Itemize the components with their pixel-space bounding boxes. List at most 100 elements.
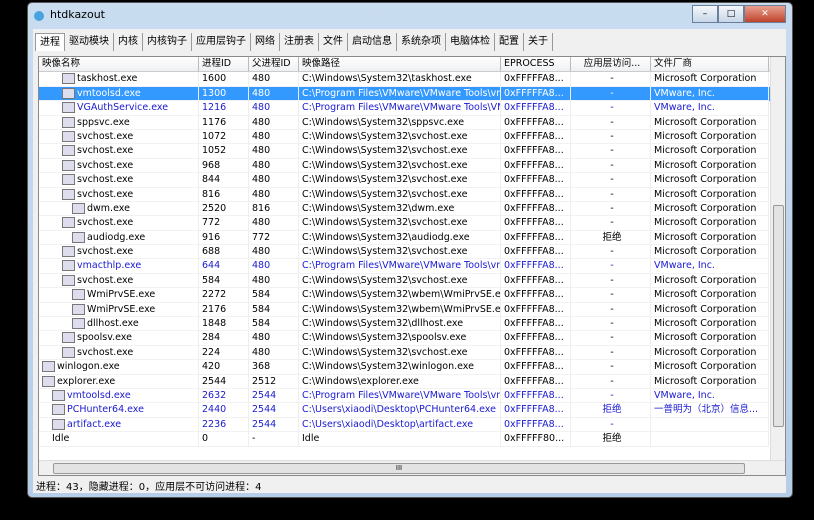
cell-access: - (571, 72, 651, 87)
table-row[interactable]: VGAuthService.exe 1216 480 C:\Program Files… (39, 101, 785, 116)
vertical-scroll-thumb[interactable] (773, 205, 784, 427)
vertical-scrollbar[interactable] (770, 57, 785, 460)
process-name: explorer.exe (57, 375, 116, 387)
table-row[interactable]: WmiPrvSE.exe 2272 584 C:\Windows\System32\w… (39, 288, 785, 303)
cell-pid: 584 (199, 273, 249, 289)
table-row[interactable]: svchost.exe 584 480 C:\Windows\System32\svc… (39, 273, 785, 289)
table-row[interactable]: svchost.exe 1052 480 C:\Windows\System32\sv… (39, 144, 785, 159)
table-row[interactable]: vmtoolsd.exe 2632 2544 C:\Program Files\VMw… (39, 388, 785, 404)
tab-4[interactable]: 应用层钩子 (192, 33, 251, 51)
column-header[interactable]: 文件厂商 (651, 57, 769, 72)
table-row[interactable]: sppsvc.exe 1176 480 C:\Windows\System32\spp… (39, 115, 785, 130)
tab-9[interactable]: 系统杂项 (397, 33, 446, 51)
table-row[interactable]: svchost.exe 816 480 C:\Windows\System32\svc… (39, 187, 785, 202)
cell-vendor: Microsoft Corporation (651, 173, 769, 188)
process-icon (62, 346, 75, 358)
cell-vendor: VMware, Inc. (651, 101, 769, 116)
process-name: svchost.exe (77, 346, 134, 358)
table-row[interactable]: audiodg.exe 916 772 C:\Windows\System32\aud… (39, 230, 785, 246)
column-header[interactable]: 应用层访问... (571, 57, 651, 72)
cell-vendor (651, 417, 769, 433)
close-button[interactable]: ✕ (744, 5, 786, 23)
tab-2[interactable]: 内核 (114, 33, 143, 51)
cell-access: - (571, 86, 651, 102)
cell-name: artifact.exe (39, 417, 199, 433)
cell-eprocess: 0xFFFFFA8... (501, 101, 571, 116)
cell-access: - (571, 374, 651, 389)
cell-vendor: Microsoft Corporation (651, 374, 769, 389)
tab-8[interactable]: 启动信息 (348, 33, 397, 51)
tab-10[interactable]: 电脑体检 (446, 33, 495, 51)
column-header[interactable]: 进程ID (199, 57, 249, 72)
cell-pid: 1072 (199, 129, 249, 145)
table-row[interactable]: PCHunter64.exe 2440 2544 C:\Users\xiaodi\De… (39, 403, 785, 418)
table-row[interactable]: spoolsv.exe 284 480 C:\Windows\System32\spo… (39, 331, 785, 346)
cell-vendor: Microsoft Corporation (651, 331, 769, 346)
column-header[interactable]: 映像名称 (39, 57, 199, 72)
process-icon (62, 87, 75, 99)
tab-11[interactable]: 配置 (495, 33, 524, 51)
table-row[interactable]: svchost.exe 772 480 C:\Windows\System32\svc… (39, 216, 785, 231)
cell-vendor: Microsoft Corporation (651, 187, 769, 202)
cell-pid: 1848 (199, 317, 249, 332)
cell-access: - (571, 173, 651, 188)
process-name: vmacthlp.exe (77, 260, 142, 272)
maximize-button[interactable]: □ (718, 5, 744, 23)
cell-path: C:\Windows\System32\wbem\WmiPrvSE.exe (299, 288, 501, 303)
process-icon (72, 289, 85, 301)
cell-path: C:\Windows\System32\svchost.exe (299, 345, 501, 361)
cell-path: C:\Windows\System32\spoolsv.exe (299, 331, 501, 346)
tab-1[interactable]: 驱动模块 (65, 33, 114, 51)
process-icon (62, 159, 75, 171)
tab-6[interactable]: 注册表 (280, 33, 319, 51)
cell-vendor: Microsoft Corporation (651, 216, 769, 231)
cell-name: svchost.exe (39, 173, 199, 188)
tab-3[interactable]: 内核钩子 (143, 33, 192, 51)
table-row[interactable]: Idle 0- Idle 0xFFFFF80... 拒绝 (39, 432, 785, 447)
table-row[interactable]: WmiPrvSE.exe 2176 584 C:\Windows\System32\w… (39, 302, 785, 318)
cell-access: - (571, 101, 651, 116)
process-icon (52, 389, 65, 401)
cell-access: - (571, 144, 651, 159)
table-row[interactable]: svchost.exe 1072 480 C:\Windows\System32\sv… (39, 129, 785, 145)
cell-path: C:\Windows\System32\dwm.exe (299, 201, 501, 217)
table-row[interactable]: taskhost.exe 1600 480 C:\Windows\System32\t… (39, 72, 785, 87)
column-header[interactable]: EPROCESS (501, 57, 571, 72)
minimize-button[interactable]: – (692, 5, 718, 23)
table-row[interactable]: winlogon.exe 420 368 C:\Windows\System32\wi… (39, 360, 785, 375)
process-name: svchost.exe (77, 217, 134, 229)
horizontal-scrollbar[interactable]: III (39, 460, 785, 475)
process-name: svchost.exe (77, 188, 134, 200)
table-row[interactable]: dllhost.exe 1848 584 C:\Windows\System32\dl… (39, 317, 785, 332)
table-row[interactable]: vmacthlp.exe 644 480 C:\Program Files\VMwar… (39, 259, 785, 274)
tab-12[interactable]: 关于 (524, 33, 553, 51)
cell-vendor (651, 432, 769, 447)
horizontal-scroll-thumb[interactable]: III (53, 463, 745, 474)
cell-path: C:\Program Files\VMware\VMware Tools\vma… (299, 259, 501, 274)
cell-pid: 844 (199, 173, 249, 188)
table-row[interactable]: dwm.exe 2520 816 C:\Windows\System32\dwm.ex… (39, 201, 785, 217)
tab-7[interactable]: 文件 (319, 33, 348, 51)
cell-eprocess: 0xFFFFFA8... (501, 245, 571, 260)
cell-access: - (571, 388, 651, 404)
column-header[interactable]: 父进程ID (249, 57, 299, 72)
table-row[interactable]: artifact.exe 2236 2544 C:\Users\xiaodi\Desk… (39, 417, 785, 433)
table-row[interactable]: svchost.exe 224 480 C:\Windows\System32\svc… (39, 345, 785, 361)
column-header[interactable]: 映像路径 (299, 57, 501, 72)
table-row[interactable]: svchost.exe 688 480 C:\Windows\System32\svc… (39, 245, 785, 260)
table-row[interactable]: vmtoolsd.exe 1300 480 C:\Program Files\VMwa… (39, 86, 785, 102)
table-row[interactable]: svchost.exe 844 480 C:\Windows\System32\svc… (39, 173, 785, 188)
cell-access: - (571, 331, 651, 346)
tab-5[interactable]: 网络 (251, 33, 280, 51)
cell-vendor: Microsoft Corporation (651, 230, 769, 246)
tab-0[interactable]: 进程 (35, 33, 65, 51)
table-row[interactable]: svchost.exe 968 480 C:\Windows\System32\svc… (39, 158, 785, 174)
cell-ppid: 480 (249, 273, 299, 289)
table-row[interactable]: explorer.exe 2544 2512 C:\Windows\explorer.… (39, 374, 785, 389)
cell-eprocess: 0xFFFFFA8... (501, 86, 571, 102)
cell-eprocess: 0xFFFFFA8... (501, 273, 571, 289)
cell-name: dllhost.exe (39, 317, 199, 332)
cell-path: C:\Windows\System32\svchost.exe (299, 216, 501, 231)
cell-access: - (571, 273, 651, 289)
cell-path: C:\Windows\System32\svchost.exe (299, 187, 501, 202)
